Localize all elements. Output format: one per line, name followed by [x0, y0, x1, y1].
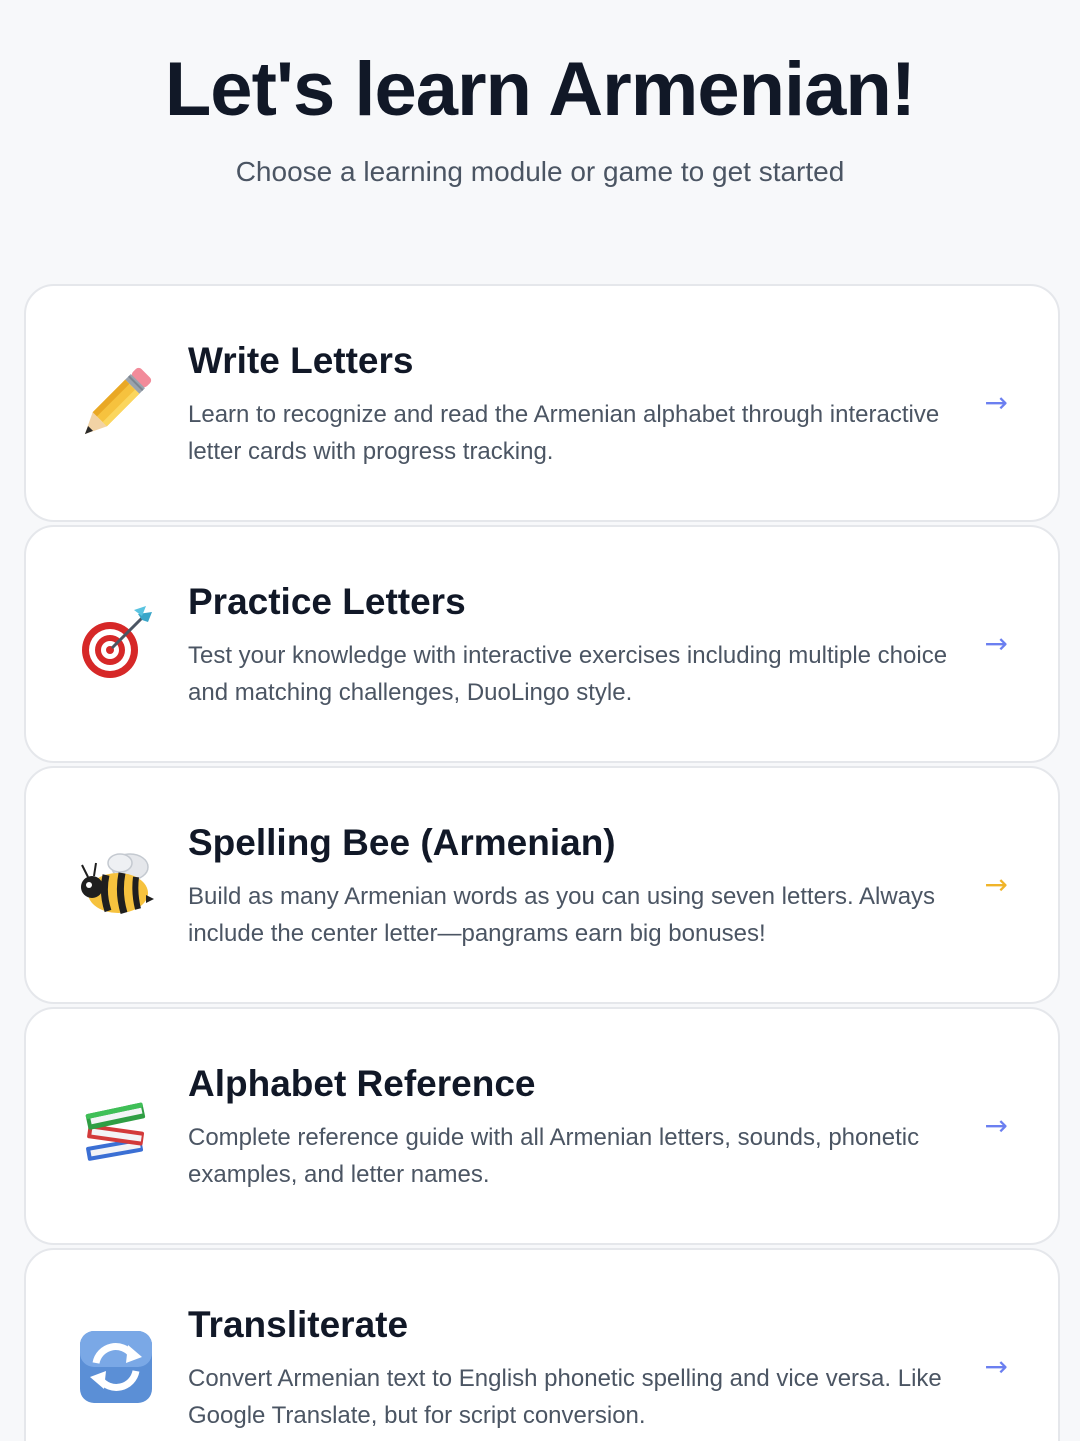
pencil-icon: [76, 363, 156, 443]
module-card-spelling-bee[interactable]: Spelling Bee (Armenian) Build as many Ar…: [24, 766, 1060, 1004]
books-icon: [76, 1086, 156, 1166]
page-subtitle: Choose a learning module or game to get …: [235, 156, 845, 187]
module-text: Transliterate Convert Armenian text to E…: [188, 1302, 948, 1434]
module-list: Write Letters Learn to recognize and rea…: [24, 284, 1060, 1441]
arrow-right-icon: →: [984, 1109, 1008, 1142]
module-card-alphabet-reference[interactable]: Alphabet Reference Complete reference gu…: [24, 1007, 1060, 1245]
module-card-practice-letters[interactable]: Practice Letters Test your knowledge wit…: [24, 525, 1060, 763]
arrow-right-icon: →: [984, 868, 1008, 901]
refresh-icon: [76, 1327, 156, 1407]
module-title: Practice Letters: [188, 581, 466, 622]
module-text: Practice Letters Test your knowledge wit…: [188, 579, 948, 711]
module-text: Alphabet Reference Complete reference gu…: [188, 1061, 948, 1193]
module-description: Build as many Armenian words as you can …: [188, 883, 936, 947]
bee-icon: [76, 845, 156, 925]
module-text: Write Letters Learn to recognize and rea…: [188, 338, 948, 470]
module-title: Transliterate: [188, 1304, 409, 1345]
page: Let's learn Armenian! Choose a learning …: [0, 0, 1080, 1441]
module-description: Convert Armenian text to English phoneti…: [188, 1365, 942, 1429]
module-title: Write Letters: [188, 340, 414, 381]
module-card-transliterate[interactable]: Transliterate Convert Armenian text to E…: [24, 1248, 1060, 1441]
header: Let's learn Armenian! Choose a learning …: [0, 0, 1080, 190]
arrow-right-icon: →: [984, 386, 1008, 419]
arrow-right-icon: →: [984, 1350, 1008, 1383]
module-card-write-letters[interactable]: Write Letters Learn to recognize and rea…: [24, 284, 1060, 522]
module-title: Spelling Bee (Armenian): [188, 822, 616, 863]
module-title: Alphabet Reference: [188, 1063, 536, 1104]
arrow-right-icon: →: [984, 627, 1008, 660]
module-description: Test your knowledge with interactive exe…: [188, 642, 948, 706]
module-description: Complete reference guide with all Armeni…: [188, 1124, 920, 1188]
module-text: Spelling Bee (Armenian) Build as many Ar…: [188, 820, 948, 952]
target-dart-icon: [76, 604, 156, 684]
page-title: Let's learn Armenian!: [164, 47, 916, 132]
module-description: Learn to recognize and read the Armenian…: [188, 401, 940, 465]
